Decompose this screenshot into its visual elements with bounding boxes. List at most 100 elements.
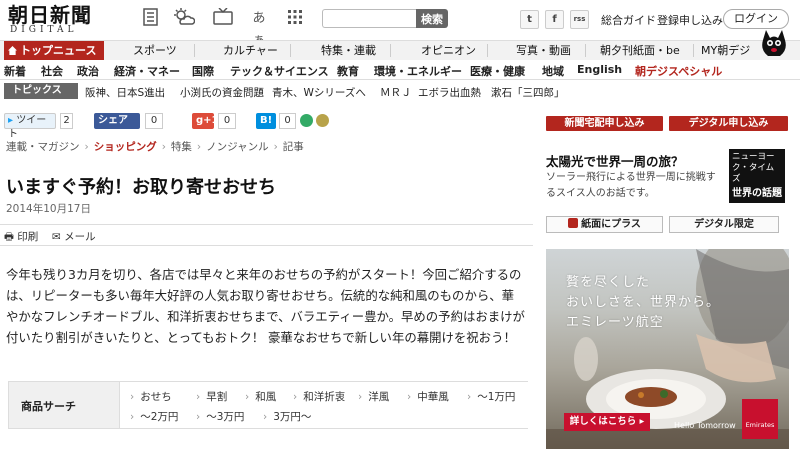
header: 朝日新聞 DIGITAL あぁ 検索 t f rss 総合ガイド 登録申し込み …: [0, 0, 800, 48]
hatena-button[interactable]: B!: [256, 113, 276, 129]
tweet-button[interactable]: ▸ ツイート: [4, 113, 56, 140]
breadcrumb-item[interactable]: ノンジャンル: [206, 141, 268, 153]
search-input[interactable]: [322, 9, 416, 28]
keyword-link[interactable]: 和風: [245, 389, 276, 404]
gplus-button[interactable]: g+1: [192, 113, 219, 129]
nyt-description: ソーラー飛行による世界一周に挑戦するスイス人のお話です。: [546, 172, 716, 199]
nav2-politics[interactable]: 政治: [77, 63, 99, 79]
nav-features[interactable]: 特集・連載: [321, 41, 376, 60]
paper-plus-button[interactable]: 紙面にプラス: [546, 216, 663, 233]
keyword-link[interactable]: 〜1万円: [467, 389, 515, 404]
rss-icon[interactable]: rss: [570, 10, 589, 29]
article-tools: 🖶 印刷 ✉ メール: [0, 224, 533, 246]
print-icon: 🖶: [4, 231, 14, 243]
nyt-logo-small: ニューヨーク・タイムズ: [732, 152, 775, 184]
emirates-logo: Emirates: [742, 399, 778, 439]
nav2-special[interactable]: 朝デジスペシャル: [635, 63, 722, 79]
nav2-international[interactable]: 国際: [192, 63, 214, 79]
nav-top-news-label: トップニュース: [20, 44, 97, 57]
mascot-icon: [762, 30, 786, 56]
ad-cta-button[interactable]: 詳しくはこちら ▸: [564, 413, 650, 431]
article-body: 今年も残り3カ月を切り、各店では早々と来年のおせちの予約がスタート！今回ご紹介す…: [6, 267, 525, 345]
guide-link[interactable]: 総合ガイド: [601, 12, 656, 28]
digital-limited-button[interactable]: デジタル限定: [669, 216, 779, 233]
keyword-link[interactable]: 〜2万円: [130, 409, 178, 424]
facebook-icon[interactable]: f: [545, 10, 564, 29]
ad-line3: エミレーツ航空: [566, 315, 664, 330]
weather-icon[interactable]: [173, 8, 196, 30]
print-label: 印刷: [17, 231, 39, 243]
breadcrumb-item[interactable]: 特集: [171, 141, 192, 153]
nav2-education[interactable]: 教育: [337, 63, 359, 79]
keyword-link[interactable]: 3万円〜: [263, 409, 311, 424]
twitter-icon[interactable]: t: [520, 10, 539, 29]
nav-sports[interactable]: スポーツ: [133, 41, 177, 60]
home-icon: [8, 46, 17, 55]
breadcrumb-item: 記事: [282, 141, 304, 153]
keyword-link[interactable]: 〜3万円: [196, 409, 244, 424]
topics-bar: トピックス 阪神、日本S進出 小渕氏の資金問題 青木、Wシリーズへ ＭＲＪ エボ…: [0, 82, 800, 100]
ad-tagline: Hello Tomorrow: [674, 421, 736, 430]
mixi-icon[interactable]: [316, 114, 329, 127]
tv-icon[interactable]: [212, 7, 234, 30]
grid-icon[interactable]: [284, 8, 306, 30]
hatena-count: 0: [279, 113, 296, 129]
logo-main: 朝日新聞: [8, 3, 92, 27]
topic-item[interactable]: ＭＲＪ: [380, 85, 412, 100]
topic-item[interactable]: 青木、Wシリーズへ: [272, 85, 366, 100]
product-search-label: 商品サーチ: [21, 400, 76, 413]
nav-culture[interactable]: カルチャー: [223, 41, 278, 60]
nav-my-asadigi[interactable]: MY朝デジ: [701, 41, 750, 60]
nav-paper[interactable]: 朝夕刊紙面・be: [600, 41, 680, 60]
twitter-bird-icon: ▸: [8, 115, 14, 126]
ad-line1: 贅を尽くした: [566, 275, 651, 290]
nav-photo-video[interactable]: 写真・動画: [516, 41, 571, 60]
nyt-logo[interactable]: ニューヨーク・タイムズ 世界の話題: [729, 149, 785, 203]
topic-item[interactable]: 小渕氏の資金問題: [180, 85, 264, 100]
keyword-link[interactable]: 洋風: [358, 389, 389, 404]
logo-sub: DIGITAL: [10, 25, 78, 35]
keyword-link[interactable]: 早割: [196, 389, 227, 404]
nyt-headline[interactable]: 太陽光で世界一周の旅？: [546, 151, 684, 170]
nav2-health[interactable]: 医療・健康: [470, 63, 525, 79]
facebook-share-button[interactable]: シェア: [94, 113, 140, 129]
nav2-english[interactable]: English: [577, 63, 622, 76]
mail-button[interactable]: ✉ メール: [52, 229, 96, 244]
register-link[interactable]: 登録申し込み: [657, 12, 723, 28]
digital-subscribe-button[interactable]: デジタル申し込み: [669, 116, 788, 131]
tweet-label: ツイート: [8, 115, 47, 140]
keyword-link[interactable]: 和洋折衷: [293, 389, 345, 404]
mail-label: メール: [64, 231, 96, 243]
font-size-icon[interactable]: あぁ: [248, 8, 270, 48]
print-button[interactable]: 🖶 印刷: [4, 229, 38, 247]
nav2-region[interactable]: 地域: [542, 63, 564, 79]
nav2-environment[interactable]: 環境・エネルギー: [374, 63, 462, 79]
topic-item[interactable]: エボラ出血熱: [418, 85, 481, 100]
newspaper-icon[interactable]: [140, 8, 162, 30]
login-button[interactable]: ログイン: [723, 9, 789, 29]
sub-nav: 新着 社会 政治 経済・マネー 国際 テック＆サイエンス 教育 環境・エネルギー…: [0, 60, 800, 80]
newspaper-subscribe-button[interactable]: 新聞宅配申し込み: [546, 116, 663, 131]
facebook-count: 0: [145, 113, 163, 129]
nav2-new[interactable]: 新着: [4, 63, 26, 79]
topic-item[interactable]: 阪神、日本S進出: [85, 85, 165, 100]
nav2-economy[interactable]: 経済・マネー: [114, 63, 180, 79]
site-logo[interactable]: 朝日新聞 DIGITAL: [8, 5, 108, 35]
paper-plus-icon: [568, 218, 579, 228]
nav2-tech[interactable]: テック＆サイエンス: [230, 63, 329, 79]
breadcrumb-item[interactable]: ショッピング: [94, 141, 157, 153]
breadcrumb-item[interactable]: 連載・マガジン: [6, 141, 80, 153]
search-button[interactable]: 検索: [416, 9, 448, 28]
article-date: 2014年10月17日: [6, 203, 91, 215]
topic-item[interactable]: 漱石「三四郎」: [491, 85, 565, 100]
keyword-link[interactable]: 中華風: [407, 389, 449, 404]
product-search: 商品サーチ おせち 早割 和風 和洋折衷 洋風 中華風 〜1万円 〜2万円 〜3…: [8, 381, 528, 429]
nav-opinion[interactable]: オピニオン: [421, 41, 476, 60]
tweet-count: 2: [60, 113, 73, 129]
nav2-society[interactable]: 社会: [41, 63, 63, 79]
share-icon[interactable]: [300, 114, 313, 127]
keyword-link[interactable]: おせち: [130, 389, 172, 404]
nav-top-news[interactable]: トップニュース: [4, 41, 104, 60]
emirates-ad[interactable]: 贅を尽くした おいしさを、世界から。 エミレーツ航空 詳しくはこちら ▸ Hel…: [546, 249, 789, 449]
nyt-logo-big: 世界の話題: [732, 188, 782, 199]
